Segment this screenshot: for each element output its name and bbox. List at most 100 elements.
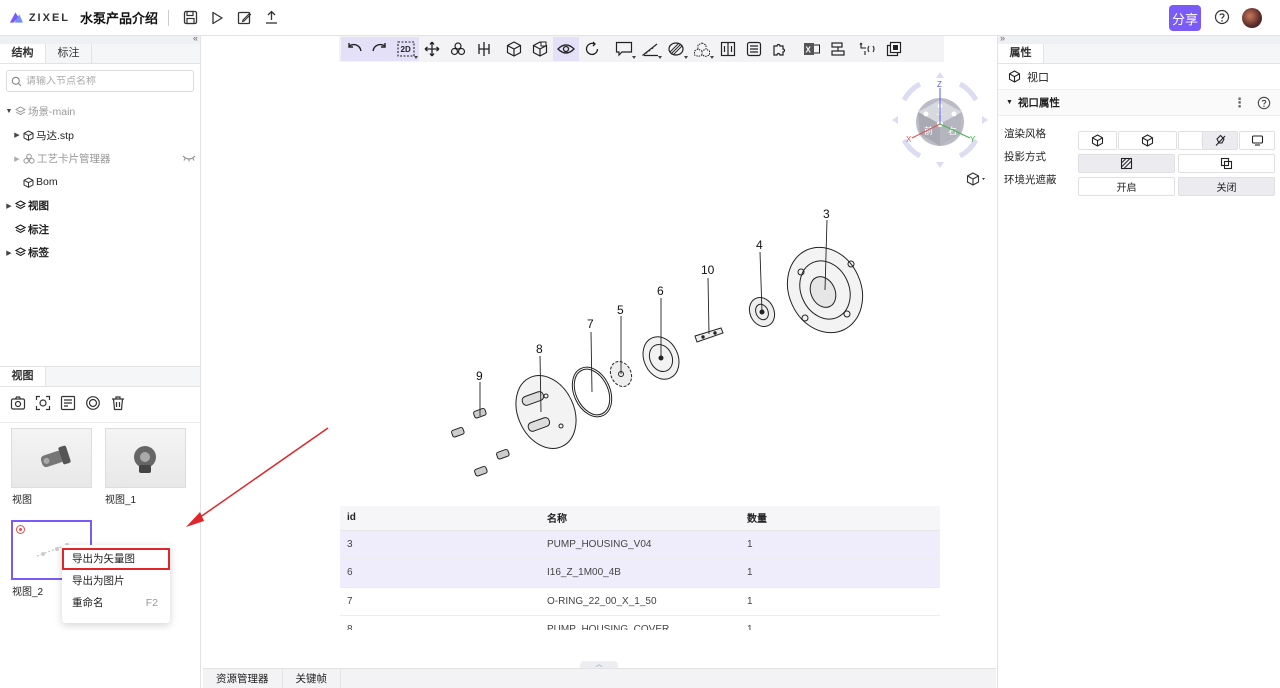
tab-resource-manager[interactable]: 资源管理器 [203, 669, 283, 688]
help-icon[interactable] [1214, 9, 1230, 28]
top-bar: ZIXEL 水泵产品介绍 分享 [0, 0, 1280, 36]
more-options-icon[interactable]: ⋮ [1233, 95, 1246, 111]
upload-icon[interactable] [262, 9, 280, 27]
logo[interactable]: ZIXEL [8, 10, 70, 26]
tab-views[interactable]: 视图 [0, 367, 46, 386]
tab-keyframes[interactable]: 关键帧 [283, 669, 341, 688]
edit-doc-icon[interactable] [235, 9, 253, 27]
zixel-logo-icon [9, 11, 23, 23]
callout-label: 9 [476, 369, 483, 383]
context-menu: 导出为矢量图 导出为图片 重命名 F2 [62, 545, 170, 623]
tab-annotation[interactable]: 标注 [46, 44, 92, 63]
callout-label: 4 [756, 238, 763, 252]
collapse-left-icon[interactable]: « [193, 33, 198, 43]
expand-arrow-icon[interactable]: ▶ [4, 202, 14, 210]
render-shaded-button[interactable] [1078, 131, 1117, 150]
export-image-menu-item[interactable]: 导出为图片 [62, 570, 170, 592]
tree-item-bom[interactable]: Bom [4, 171, 200, 195]
view-thumbnail[interactable] [105, 428, 186, 488]
table-cell: 8 [340, 615, 540, 630]
focus-capture-icon[interactable] [35, 395, 51, 422]
export-vector-menu-item[interactable]: 导出为矢量图 [62, 548, 170, 570]
column-header-id[interactable]: id [340, 506, 540, 531]
view-list-icon[interactable] [60, 395, 76, 422]
table-row[interactable]: 8 PUMP_HOUSING_COVER 1 [340, 615, 940, 630]
part-screws[interactable] [451, 407, 510, 477]
tab-structure[interactable]: 结构 [0, 44, 46, 63]
render-hidden-line-button[interactable] [1202, 131, 1238, 150]
tab-properties[interactable]: 属性 [998, 44, 1044, 63]
projection-orthographic-button[interactable] [1178, 154, 1275, 173]
shaded-cube-icon [1091, 134, 1104, 147]
tree-item-labels[interactable]: ▶ 标签 [4, 241, 200, 265]
divider [168, 9, 170, 26]
tree-item-scene[interactable]: ▼ 场景-main [4, 100, 200, 124]
projection-perspective-button[interactable] [1078, 154, 1175, 173]
expand-arrow-icon[interactable]: ▶ [12, 155, 22, 163]
ao-on-button[interactable]: 开启 [1078, 177, 1175, 196]
ao-off-button[interactable]: 关闭 [1178, 177, 1275, 196]
right-collapse-strip[interactable]: » [998, 33, 1280, 44]
callout-label: 5 [617, 303, 624, 317]
tree-item-annotations[interactable]: 标注 [4, 218, 200, 242]
table-cell: 1 [740, 587, 940, 616]
help-icon[interactable] [1257, 96, 1271, 113]
collapse-right-icon[interactable]: » [1000, 33, 1005, 43]
expand-arrow-icon[interactable]: ▶ [4, 249, 14, 257]
camera-icon[interactable] [10, 395, 26, 422]
perspective-icon [1120, 157, 1133, 170]
views-tabs: 视图 [0, 366, 200, 387]
rename-shortcut: F2 [145, 597, 158, 609]
table-row[interactable]: 7 O-RING_22_00_X_1_50 1 [340, 587, 940, 616]
tree-label: 标注 [28, 223, 49, 236]
render-screen-button[interactable] [1239, 131, 1275, 150]
expand-arrow-icon[interactable]: ▶ [12, 131, 22, 139]
search-input[interactable] [26, 75, 186, 87]
table-row[interactable]: 6 I16_Z_1M00_4B 1 [340, 558, 940, 588]
rename-menu-item[interactable]: 重命名 F2 [62, 592, 170, 614]
hidden-eye-icon[interactable] [182, 153, 196, 165]
3d-viewport[interactable]: 2D X 前 右 Z X Y 3 4 10 6 7 5 8 9 id 名称 数量… [201, 36, 997, 668]
selected-object-name: 视口 [1027, 71, 1049, 84]
column-header-qty[interactable]: 数量 [740, 506, 940, 531]
avatar[interactable] [1242, 8, 1262, 28]
render-style-label: 渲染风格 [1004, 128, 1046, 140]
view-thumbnail-label: 视图_2 [12, 587, 44, 598]
expand-arrow-icon[interactable]: ▼ [4, 108, 14, 115]
bottom-tabs: 资源管理器 关键帧 [203, 668, 996, 688]
section-title: 视口属性 [1017, 97, 1060, 109]
target-icon[interactable] [85, 395, 101, 422]
trash-icon[interactable] [110, 395, 126, 422]
render-wire-button[interactable] [1118, 131, 1177, 150]
view-thumbnail[interactable] [11, 428, 92, 488]
collapse-arrow-icon[interactable]: ▼ [1006, 99, 1013, 106]
table-cell: 3 [340, 530, 540, 559]
rename-label: 重命名 [72, 597, 104, 609]
column-header-name[interactable]: 名称 [540, 506, 740, 531]
table-cell: PUMP_HOUSING_COVER [540, 615, 740, 630]
hidden-line-icon [1215, 134, 1225, 146]
play-icon[interactable] [208, 9, 226, 27]
tree-item-motor[interactable]: ▶ 马达.stp [4, 124, 200, 148]
pump-thumbnail-image [134, 446, 156, 473]
share-button[interactable]: 分享 [1169, 5, 1201, 31]
node-search [6, 70, 194, 92]
exploded-assembly-drawing[interactable]: 3 4 10 6 7 5 8 9 [201, 36, 997, 496]
pump-thumbnail-image [40, 445, 71, 468]
table-cell: O-RING_22_00_X_1_50 [540, 587, 740, 616]
structure-tree: ▼ 场景-main ▶ 马达.stp ▶ 工艺卡片管理器 Bom ▶ 视图 标注… [0, 100, 200, 265]
tree-label: 马达.stp [36, 129, 74, 142]
tree-item-process-cards[interactable]: ▶ 工艺卡片管理器 [4, 147, 200, 171]
screen-icon [1251, 135, 1263, 146]
viewport-properties-section[interactable]: ▼ 视口属性 ⋮ [998, 90, 1280, 116]
callout-label: 3 [823, 207, 830, 221]
table-cell: 7 [340, 587, 540, 616]
tree-label: 标签 [28, 247, 49, 260]
table-row[interactable]: 3 PUMP_HOUSING_V04 1 [340, 530, 940, 559]
tree-item-views[interactable]: ▶ 视图 [4, 194, 200, 218]
tree-label: 场景-main [28, 106, 76, 119]
save-icon[interactable] [181, 9, 199, 27]
left-collapse-strip[interactable]: « [0, 33, 200, 44]
projection-label: 投影方式 [1004, 151, 1046, 163]
view-thumbnail-label: 视图_1 [105, 495, 137, 506]
